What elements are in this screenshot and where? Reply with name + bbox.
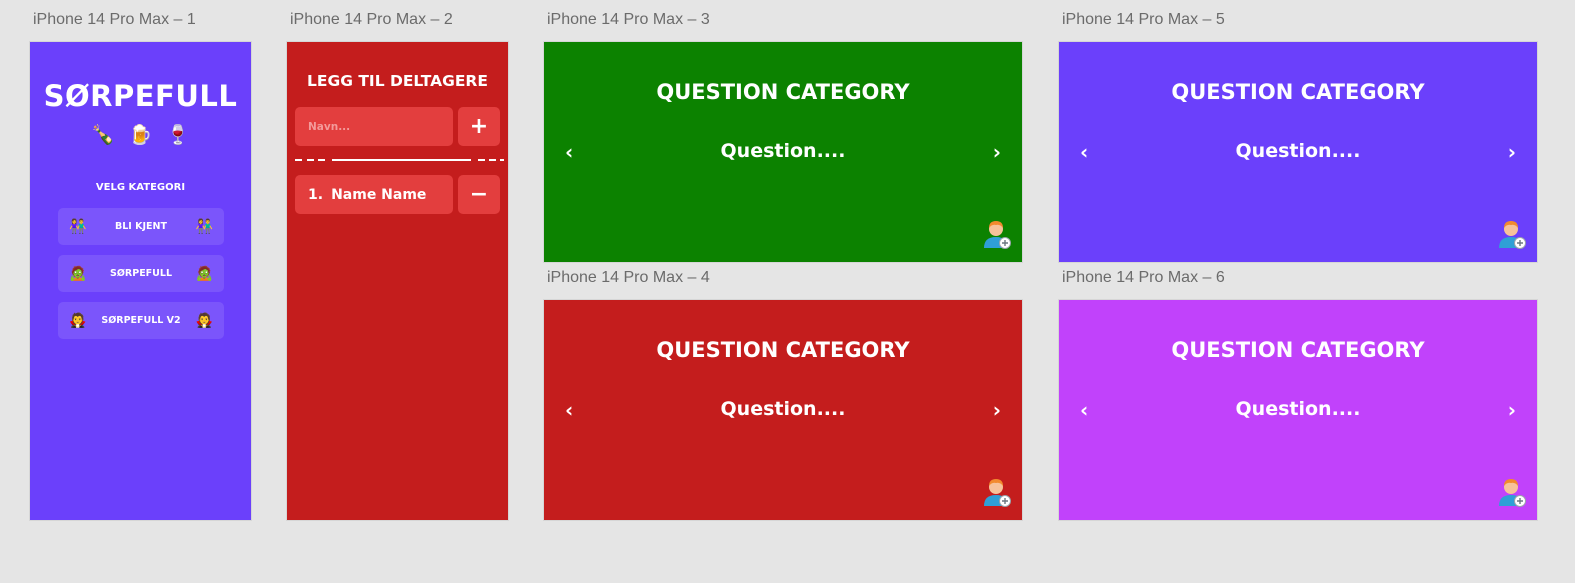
question-category: QUESTION CATEGORY: [656, 80, 910, 104]
drinks-emoji-row: 🍾 🍺 🍷: [30, 120, 251, 150]
remove-participant-button[interactable]: −: [458, 175, 500, 214]
category-label: BLI KJENT: [115, 221, 167, 232]
add-user-icon[interactable]: [1498, 219, 1526, 249]
chevron-right-icon: ›: [992, 398, 1001, 422]
app-logo: SØRPEFULL: [43, 79, 238, 113]
name-input[interactable]: [295, 107, 453, 146]
next-question-button[interactable]: ›: [993, 398, 1001, 422]
add-user-icon[interactable]: [1498, 477, 1526, 507]
chevron-right-icon: ›: [992, 140, 1001, 164]
divider: [295, 159, 504, 161]
artboard-label-5[interactable]: iPhone 14 Pro Max – 5: [1062, 11, 1225, 29]
participant-number: 1.: [308, 186, 324, 203]
artboard-home[interactable]: SØRPEFULL 🍾 🍺 🍷 VELG KATEGORI 👫 BLI KJEN…: [29, 41, 252, 521]
plus-icon: +: [469, 114, 489, 139]
artboard-label-6[interactable]: iPhone 14 Pro Max – 6: [1062, 269, 1225, 287]
people-icon: 👫: [69, 218, 87, 235]
wine-icon: 🍷: [166, 124, 190, 146]
question-text: Question....: [1235, 140, 1361, 162]
artboard-participants[interactable]: LEGG TIL DELTAGERE + 1. Name Name −: [286, 41, 509, 521]
question-text: Question....: [1235, 398, 1361, 420]
participants-title: LEGG TIL DELTAGERE: [307, 72, 488, 90]
add-user-icon[interactable]: [983, 219, 1011, 249]
next-question-button[interactable]: ›: [1508, 398, 1516, 422]
question-text: Question....: [720, 140, 846, 162]
artboard-question-purple[interactable]: QUESTION CATEGORY ‹ Question.... ›: [1058, 41, 1538, 263]
question-category: QUESTION CATEGORY: [656, 338, 910, 362]
category-label: SØRPEFULL V2: [101, 315, 181, 326]
vampire-icon: 🧛: [69, 312, 87, 329]
chevron-right-icon: ›: [1507, 140, 1516, 164]
zombie-icon: 🧟: [195, 265, 213, 282]
add-user-icon[interactable]: [983, 477, 1011, 507]
artboard-label-3[interactable]: iPhone 14 Pro Max – 3: [547, 11, 710, 29]
participant-item: 1. Name Name: [295, 175, 453, 214]
category-button-sorpefull[interactable]: 🧟 SØRPEFULL 🧟: [58, 255, 224, 292]
people-icon: 👫: [195, 218, 213, 235]
next-question-button[interactable]: ›: [1508, 140, 1516, 164]
bottle-icon: 🍾: [90, 124, 115, 146]
add-participant-button[interactable]: +: [458, 107, 500, 146]
category-button-sorpefull-v2[interactable]: 🧛 SØRPEFULL V2 🧛: [58, 302, 224, 339]
question-text: Question....: [720, 398, 846, 420]
artboard-label-4[interactable]: iPhone 14 Pro Max – 4: [547, 269, 710, 287]
category-heading: VELG KATEGORI: [95, 182, 186, 193]
question-category: QUESTION CATEGORY: [1171, 80, 1425, 104]
artboard-label-2[interactable]: iPhone 14 Pro Max – 2: [290, 11, 453, 29]
vampire-icon: 🧛: [195, 312, 213, 329]
question-category: QUESTION CATEGORY: [1171, 338, 1425, 362]
beer-icon: 🍺: [128, 124, 153, 146]
artboard-question-green[interactable]: QUESTION CATEGORY ‹ Question.... ›: [543, 41, 1023, 263]
zombie-icon: 🧟: [69, 265, 87, 282]
artboard-question-magenta[interactable]: QUESTION CATEGORY ‹ Question.... ›: [1058, 299, 1538, 521]
category-button-bli-kjent[interactable]: 👫 BLI KJENT 👫: [58, 208, 224, 245]
minus-icon: −: [469, 182, 489, 207]
artboard-label-1[interactable]: iPhone 14 Pro Max – 1: [33, 11, 196, 29]
participant-name: Name Name: [331, 186, 427, 203]
artboard-question-red[interactable]: QUESTION CATEGORY ‹ Question.... ›: [543, 299, 1023, 521]
next-question-button[interactable]: ›: [993, 140, 1001, 164]
chevron-right-icon: ›: [1507, 398, 1516, 422]
category-label: SØRPEFULL: [110, 268, 172, 279]
